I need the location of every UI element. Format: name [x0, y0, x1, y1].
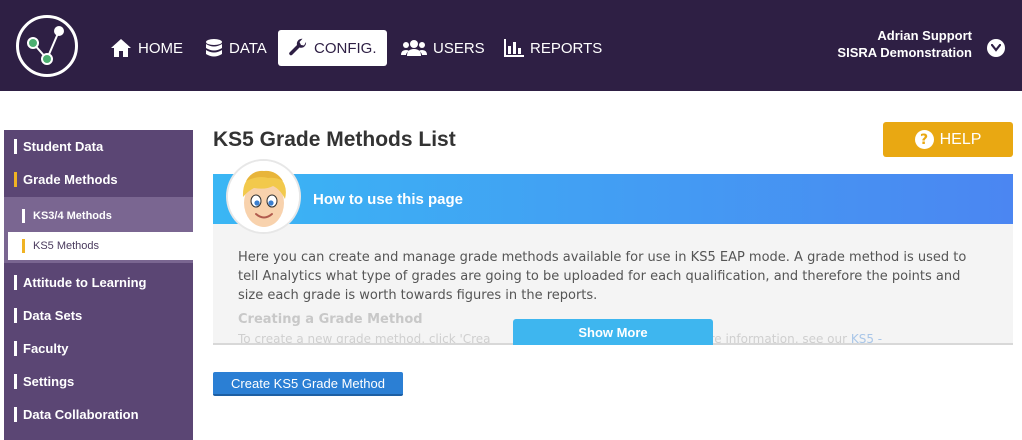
show-more-button[interactable]: Show More — [513, 319, 713, 345]
sidebar-item-label: Data Collaboration — [23, 407, 139, 422]
cartoon-face-icon — [228, 161, 299, 232]
wrench-icon — [289, 38, 307, 56]
sidebar-item-label: Attitude to Learning — [23, 275, 147, 290]
page-title: KS5 Grade Methods List — [213, 128, 456, 151]
info-panel-header: How to use this page — [213, 174, 1013, 224]
sidebar-item-settings[interactable]: Settings — [4, 365, 193, 398]
user-info[interactable]: Adrian Support SISRA Demonstration — [837, 27, 972, 61]
sidebar-item-grade-methods[interactable]: Grade Methods — [4, 163, 193, 196]
sidebar-item-label: Student Data — [23, 139, 104, 154]
sidebar-item-data-sets[interactable]: Data Sets — [4, 299, 193, 332]
sidebar-item-student-data[interactable]: Student Data — [4, 130, 193, 163]
nav-users-label: USERS — [433, 39, 485, 57]
user-menu-toggle[interactable] — [987, 39, 1005, 57]
help-button-label: HELP — [939, 130, 982, 148]
sidebar-item-attitude-to-learning[interactable]: Attitude to Learning — [4, 266, 193, 299]
sidebar-subitem-label: KS5 Methods — [33, 240, 100, 252]
sidebar-subitem-label: KS3/4 Methods — [33, 210, 112, 222]
nav-reports[interactable]: REPORTS — [504, 30, 602, 66]
sidebar-item-faculty[interactable]: Faculty — [4, 332, 193, 365]
bar-chart-icon — [504, 39, 524, 57]
user-organisation: SISRA Demonstration — [837, 45, 972, 60]
sidebar-subitem-ks5-methods[interactable]: KS5 Methods — [8, 232, 193, 260]
nav-users[interactable]: USERS — [401, 30, 485, 66]
logo-graph-icon — [27, 26, 64, 65]
sidebar-item-label: Grade Methods — [23, 172, 118, 187]
top-navigation-bar: HOME DATA CONFIG. USERS REPORTS Adrian S… — [0, 0, 1022, 91]
home-icon — [111, 39, 131, 57]
logo[interactable] — [16, 15, 78, 77]
sidebar-item-label: Faculty — [23, 341, 69, 356]
sidebar: Student Data Grade Methods KS3/4 Methods… — [4, 130, 193, 440]
question-circle-icon: ? — [914, 130, 934, 149]
sidebar-submenu: KS3/4 Methods KS5 Methods — [4, 197, 193, 263]
info-panel-body: Here you can create and manage grade met… — [238, 250, 967, 303]
nav-home-label: HOME — [138, 39, 183, 57]
users-icon — [401, 40, 427, 56]
nav-data[interactable]: DATA — [205, 30, 267, 66]
nav-home[interactable]: HOME — [110, 30, 183, 66]
nav-reports-label: REPORTS — [530, 39, 603, 57]
user-name: Adrian Support — [877, 28, 972, 43]
avatar — [228, 161, 299, 232]
help-button[interactable]: ? HELP — [883, 122, 1013, 157]
chevron-down-icon — [991, 44, 1001, 52]
sidebar-item-data-collaboration[interactable]: Data Collaboration — [4, 398, 193, 431]
create-ks5-grade-method-button[interactable]: Create KS5 Grade Method — [213, 372, 403, 396]
sidebar-subitem-ks34-methods[interactable]: KS3/4 Methods — [8, 202, 193, 230]
info-panel-title: How to use this page — [313, 191, 464, 208]
nav-config[interactable]: CONFIG. — [278, 30, 387, 66]
nav-data-label: DATA — [229, 39, 267, 57]
nav-config-label: CONFIG. — [314, 39, 377, 57]
database-icon — [206, 39, 222, 57]
sidebar-item-label: Settings — [23, 374, 75, 389]
info-panel-subheading: Creating a Grade Method — [238, 312, 423, 327]
sidebar-item-label: Data Sets — [23, 308, 83, 323]
